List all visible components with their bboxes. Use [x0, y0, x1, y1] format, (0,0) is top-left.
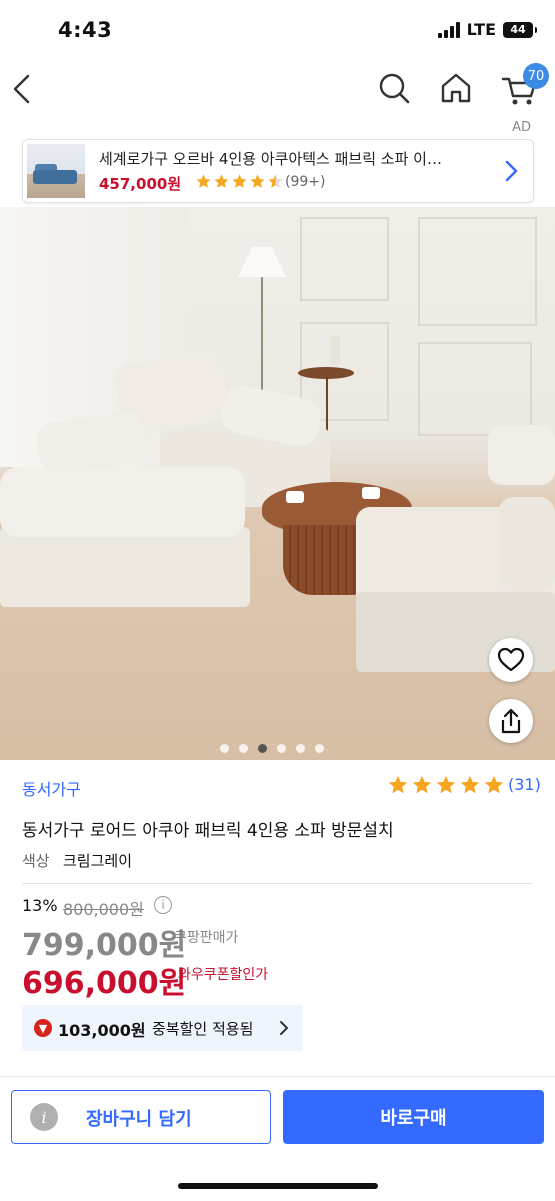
star-icon: [412, 775, 432, 794]
extra-discount-amount: 103,000원: [58, 1021, 146, 1040]
home-button[interactable]: [438, 70, 474, 106]
color-label: 색상: [22, 852, 50, 870]
extra-discount-banner[interactable]: ▼ 103,000원 중복할인 적용됨: [22, 1005, 303, 1051]
network-label: LTE: [466, 20, 496, 39]
info-icon[interactable]: i: [154, 896, 172, 914]
star-icon: [268, 174, 283, 188]
coupon-price-label: 와우쿠폰할인가: [178, 967, 269, 983]
wishlist-button[interactable]: [489, 638, 533, 682]
chevron-right-icon: [278, 1019, 290, 1037]
star-icon: [196, 174, 211, 188]
buy-now-button[interactable]: 바로구매: [283, 1090, 544, 1144]
star-icon: [460, 775, 480, 794]
status-indicators: LTE 44: [437, 20, 537, 39]
ad-thumbnail: [27, 144, 85, 198]
star-icon: [388, 775, 408, 794]
battery-level: 44: [510, 23, 526, 36]
info-icon: i: [30, 1103, 58, 1131]
signal-icon: [437, 21, 460, 38]
ad-product-title: 세계로가구 오르바 4인용 아쿠아텍스 패브릭 소파 이…: [99, 150, 442, 168]
gallery-dot[interactable]: [277, 744, 286, 753]
gallery-indicator: [220, 744, 324, 753]
gallery-dot[interactable]: [296, 744, 305, 753]
ad-product-price: 457,000원: [99, 175, 182, 193]
product-title: 동서가구 로어드 아쿠아 패브릭 4인용 소파 방문설치: [22, 821, 394, 841]
status-time: 4:43: [58, 18, 113, 42]
gallery-dot[interactable]: [258, 744, 267, 753]
color-value: 크림그레이: [63, 852, 133, 870]
cart-count-badge: 70: [523, 63, 549, 89]
discount-rate: 13%: [22, 896, 58, 915]
back-button[interactable]: [8, 70, 38, 110]
buy-now-label: 바로구매: [380, 1108, 447, 1129]
extra-discount-text: 중복할인 적용됨: [152, 1020, 254, 1038]
share-icon: [501, 708, 521, 734]
arrow-down-icon: ▼: [34, 1019, 52, 1037]
star-icon: [484, 775, 504, 794]
divider: [22, 883, 533, 884]
rating-count[interactable]: (31): [508, 775, 541, 794]
coupon-price: 696,000원: [22, 966, 187, 1001]
battery-icon: 44: [503, 21, 537, 38]
brand-link[interactable]: 동서가구: [22, 776, 81, 800]
home-indicator: [178, 1183, 378, 1189]
ad-open-button[interactable]: [501, 158, 521, 184]
original-price: 800,000원: [63, 900, 144, 919]
product-image[interactable]: [0, 207, 555, 760]
sponsored-product-card[interactable]: 세계로가구 오르바 4인용 아쿠아텍스 패브릭 소파 이… 457,000원 (…: [22, 139, 534, 203]
sale-price-label: 쿠팡판매가: [174, 930, 239, 946]
star-icon: [250, 174, 265, 188]
star-icon: [232, 174, 247, 188]
chevron-left-icon: [13, 74, 30, 104]
ad-rating-stars: [195, 173, 284, 190]
star-icon: [436, 775, 456, 794]
search-icon: [379, 73, 410, 104]
add-to-cart-label: 장바구니 담기: [86, 1109, 192, 1130]
rating-stars[interactable]: [387, 774, 505, 796]
gallery-dot[interactable]: [239, 744, 248, 753]
ad-label: AD: [512, 120, 531, 135]
chevron-right-icon: [505, 160, 518, 182]
heart-icon: [497, 647, 525, 672]
star-icon: [214, 174, 229, 188]
share-button[interactable]: [489, 699, 533, 743]
gallery-dot[interactable]: [220, 744, 229, 753]
add-to-cart-button[interactable]: i 장바구니 담기: [11, 1090, 271, 1144]
search-button[interactable]: [376, 70, 412, 106]
ad-review-count: (99+): [285, 174, 326, 190]
gallery-dot[interactable]: [315, 744, 324, 753]
home-icon: [441, 73, 471, 103]
